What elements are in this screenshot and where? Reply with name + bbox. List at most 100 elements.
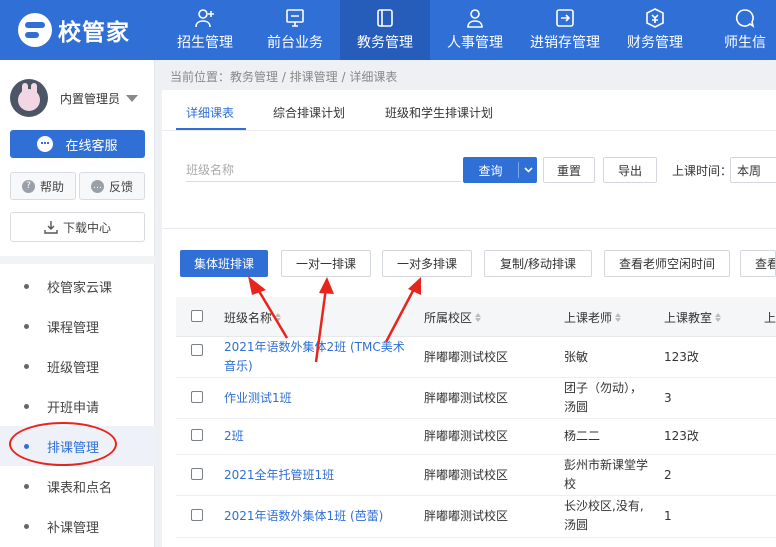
top-nav-bar: 校管家 招生管理 前台业务 教务管理 人事管理 进销存管理 财务管理 师生信 <box>0 0 776 60</box>
sidebar-item-class-application[interactable]: 开班申请 <box>0 386 155 426</box>
active-tab-indicator <box>176 128 246 130</box>
nav-label: 前台业务 <box>267 35 323 51</box>
row-checkbox[interactable] <box>191 429 203 441</box>
nav-label: 教务管理 <box>357 35 413 51</box>
column-label: 所属校区 <box>424 311 473 325</box>
download-center-button[interactable]: 下载中心 <box>10 212 145 242</box>
sidebar-item-label: 校管家云课 <box>47 280 113 296</box>
class-name-link[interactable]: 2021全年托管班1班 <box>224 466 334 485</box>
class-name-link[interactable]: 2021年语数外集体1班 (芭蕾) <box>224 507 383 526</box>
column-header-campus[interactable]: 所属校区 <box>424 309 482 326</box>
sidebar-item-label: 开班申请 <box>47 400 100 416</box>
sidebar-item-label: 补课管理 <box>47 520 100 536</box>
room-cell: 2 <box>664 468 672 482</box>
one-to-many-scheduling-button[interactable]: 一对多排课 <box>382 250 472 277</box>
brand-logo[interactable]: 校管家 <box>18 13 130 47</box>
class-name-link[interactable]: 2班 <box>224 427 244 446</box>
sort-icon <box>475 313 482 322</box>
view-button[interactable]: 查看 <box>740 250 776 277</box>
campus-cell: 胖嘟嘟测试校区 <box>424 350 509 364</box>
select-all-checkbox[interactable] <box>191 310 203 322</box>
class-time-select[interactable]: 本周 <box>730 157 776 183</box>
sort-icon <box>715 313 722 322</box>
nav-label: 进销存管理 <box>530 35 600 51</box>
help-icon: ? <box>21 179 35 193</box>
help-label: 帮助 <box>39 179 64 194</box>
column-label: 上课老师 <box>564 311 613 325</box>
person-icon <box>467 9 483 28</box>
sort-icon <box>275 313 282 322</box>
campus-cell: 胖嘟嘟测试校区 <box>424 509 509 523</box>
tab-detailed-schedule[interactable]: 详细课表 <box>186 104 234 121</box>
sidebar-item-label: 课表和点名 <box>47 480 113 496</box>
one-to-one-scheduling-button[interactable]: 一对一排课 <box>281 250 371 277</box>
row-checkbox[interactable] <box>191 391 203 403</box>
query-button[interactable]: 查询 <box>463 157 537 183</box>
export-button[interactable]: 导出 <box>603 157 657 183</box>
tab-class-student-plan[interactable]: 班级和学生排课计划 <box>385 104 493 121</box>
nav-label: 财务管理 <box>627 35 683 51</box>
bullet-icon <box>24 523 29 529</box>
view-teacher-free-time-button[interactable]: 查看老师空闲时间 <box>604 250 730 277</box>
bullet-icon <box>24 283 29 289</box>
column-header-teacher[interactable]: 上课老师 <box>564 309 622 326</box>
nav-label: 人事管理 <box>447 35 503 51</box>
reset-button[interactable]: 重置 <box>543 157 595 183</box>
nav-label: 招生管理 <box>177 35 233 51</box>
campus-cell: 胖嘟嘟测试校区 <box>424 429 509 443</box>
sidebar-item-cloud-class[interactable]: 校管家云课 <box>0 266 155 306</box>
class-time-label: 上课时间： <box>672 164 733 178</box>
nav-item-front-desk[interactable]: 前台业务 <box>250 0 340 60</box>
room-cell: 123改 <box>664 350 699 364</box>
online-service-button[interactable]: 在线客服 <box>10 130 145 158</box>
nav-label: 师生信 <box>724 35 766 51</box>
feedback-button[interactable]: … 反馈 <box>79 172 145 200</box>
sidebar-item-makeup[interactable]: 补课管理 <box>0 506 155 546</box>
column-header-class-name[interactable]: 班级名称 <box>224 309 282 326</box>
row-checkbox[interactable] <box>191 509 203 521</box>
logo-icon <box>18 13 52 47</box>
nav-item-messages[interactable]: 师生信 <box>700 0 776 60</box>
help-button[interactable]: ? 帮助 <box>10 172 76 200</box>
room-cell: 123改 <box>664 429 699 443</box>
sidebar-item-courses[interactable]: 课程管理 <box>0 306 155 346</box>
download-icon <box>44 221 58 234</box>
teacher-cell: 团子（勿动），汤圆 <box>564 381 643 414</box>
row-checkbox[interactable] <box>191 344 203 356</box>
table-row: 2021年语数外集体2班 (TMC美术音乐) 胖嘟嘟测试校区 张敏 123改 <box>176 337 776 378</box>
nav-item-academic[interactable]: 教务管理 <box>340 0 430 60</box>
teacher-cell: 彭州市新课堂学校 <box>564 458 649 491</box>
row-checkbox[interactable] <box>191 468 203 480</box>
tab-divider <box>162 130 776 131</box>
sidebar-item-classes[interactable]: 班级管理 <box>0 346 155 386</box>
teacher-cell: 长沙校区,没有,汤圆 <box>564 499 644 532</box>
column-label: 上课教室 <box>664 311 713 325</box>
table-row: 2班 胖嘟嘟测试校区 杨二二 123改 <box>176 419 776 455</box>
nav-item-enrollment[interactable]: 招生管理 <box>160 0 250 60</box>
nav-item-hr[interactable]: 人事管理 <box>430 0 520 60</box>
book-icon <box>377 9 393 27</box>
class-name-link[interactable]: 作业测试1班 <box>224 389 292 408</box>
bullet-icon <box>24 403 29 409</box>
finance-icon <box>646 8 664 28</box>
nav-item-finance[interactable]: 财务管理 <box>610 0 700 60</box>
class-name-search-input[interactable] <box>186 158 461 182</box>
sidebar-item-label: 课程管理 <box>47 320 100 336</box>
chevron-down-icon <box>126 94 139 102</box>
table-header: 班级名称 所属校区 上课老师 上课教室 上 <box>176 297 776 337</box>
group-class-scheduling-button[interactable]: 集体班排课 <box>180 250 268 277</box>
column-label: 班级名称 <box>224 311 273 325</box>
user-menu[interactable]: 内置管理员 <box>10 78 150 118</box>
inventory-icon <box>556 9 574 27</box>
sidebar-item-timetable[interactable]: 课表和点名 <box>0 466 155 506</box>
column-header-partial[interactable]: 上 <box>764 309 776 326</box>
tab-overall-plan[interactable]: 综合排课计划 <box>273 104 345 121</box>
download-center-label: 下载中心 <box>62 220 111 235</box>
chevron-down-icon[interactable] <box>519 167 537 173</box>
breadcrumb: 当前位置：教务管理 / 排课管理 / 详细课表 <box>170 70 398 84</box>
column-header-room[interactable]: 上课教室 <box>664 309 722 326</box>
class-name-link[interactable]: 2021年语数外集体2班 (TMC美术音乐) <box>224 338 414 376</box>
nav-item-inventory[interactable]: 进销存管理 <box>520 0 610 60</box>
copy-move-scheduling-button[interactable]: 复制/移动排课 <box>484 250 592 277</box>
table-row: 2021年语数外集体1班 (芭蕾) 胖嘟嘟测试校区 长沙校区,没有,汤圆 1 <box>176 496 776 538</box>
